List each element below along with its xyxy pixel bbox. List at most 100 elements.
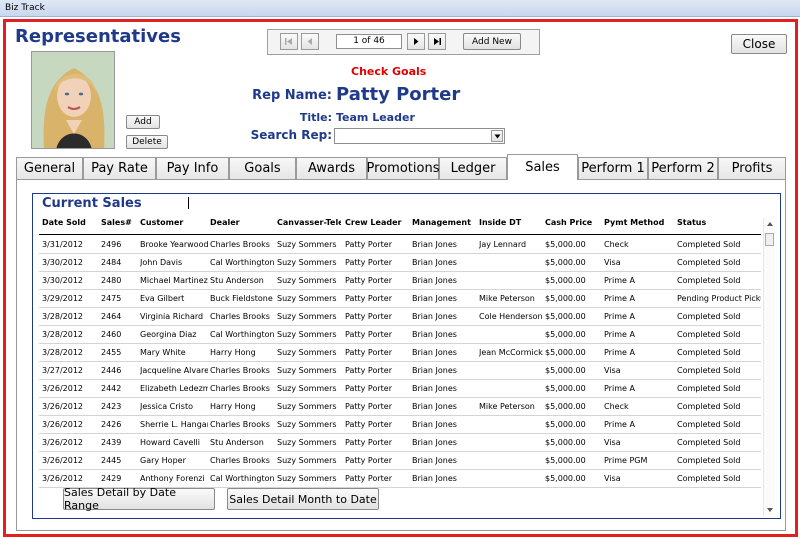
column-header[interactable]: Sales# (101, 218, 132, 227)
table-cell: 2445 (101, 456, 122, 465)
table-cell: Brian Jones (412, 294, 457, 303)
column-header[interactable]: Pymt Method (604, 218, 664, 227)
table-cell: Completed Sold (677, 258, 741, 267)
tab-pay-info[interactable]: Pay Info (156, 157, 229, 179)
table-cell: Mike Peterson (479, 402, 535, 411)
table-cell: 2484 (101, 258, 122, 267)
column-header[interactable]: Dealer (210, 218, 240, 227)
table-cell: 3/30/2012 (42, 258, 84, 267)
table-row[interactable]: 3/26/2012 2426 Sherrie L. Hangan Charles Br… (39, 416, 761, 434)
record-counter[interactable]: 1 of 46 (336, 34, 402, 49)
previous-record-button[interactable] (301, 33, 319, 50)
tab-perform-1[interactable]: Perform 1 (578, 157, 648, 179)
tab-profits[interactable]: Profits (718, 157, 786, 179)
table-cell: 3/26/2012 (42, 420, 84, 429)
tab-promotions[interactable]: Promotions (367, 157, 439, 179)
table-row[interactable]: 3/29/2012 2475 Eva Gilbert Buck Fieldstone S… (39, 290, 761, 308)
rep-name-label: Rep Name: (252, 88, 332, 103)
table-cell: Suzy Sommers (277, 366, 337, 375)
table-cell: Patty Porter (345, 402, 392, 411)
table-row[interactable]: 3/28/2012 2464 Virginia Richard Charles Bro… (39, 308, 761, 326)
table-cell: Cole Henderson (479, 312, 543, 321)
table-cell: Prime PGM (604, 456, 648, 465)
tab-general[interactable]: General (16, 157, 83, 179)
table-cell: Completed Sold (677, 348, 741, 357)
table-row[interactable]: 3/27/2012 2446 Jacqueline Alvarez Charles B… (39, 362, 761, 380)
table-cell: Howard Cavelli (140, 438, 200, 447)
table-cell: Suzy Sommers (277, 438, 337, 447)
tab-ledger[interactable]: Ledger (439, 157, 507, 179)
tab-sales[interactable]: Sales (507, 154, 578, 180)
sales-detail-date-range-button[interactable]: Sales Detail by Date Range (63, 486, 215, 512)
table-cell: Brian Jones (412, 384, 457, 393)
table-cell: Prime A (604, 330, 635, 339)
column-header[interactable]: Management (412, 218, 471, 227)
next-record-button[interactable] (407, 33, 425, 50)
add-new-button[interactable]: Add New (463, 33, 521, 50)
first-record-button[interactable] (280, 33, 298, 50)
column-header[interactable]: Cash Price (545, 218, 592, 227)
table-cell: Brian Jones (412, 438, 457, 447)
column-header[interactable]: Inside DT (479, 218, 521, 227)
tab-perform-2[interactable]: Perform 2 (648, 157, 718, 179)
table-row[interactable]: 3/26/2012 2442 Elizabeth Ledezma Charles Br… (39, 380, 761, 398)
table-row[interactable]: 3/28/2012 2460 Georgina Diaz Cal Worthingto… (39, 326, 761, 344)
next-record-icon (414, 38, 419, 45)
table-cell: $5,000.00 (545, 294, 586, 303)
first-record-icon (285, 38, 292, 45)
table-cell: Harry Hong (210, 402, 256, 411)
last-record-button[interactable] (428, 33, 446, 50)
table-row[interactable]: 3/26/2012 2439 Howard Cavelli Stu Anderson S… (39, 434, 761, 452)
rep-title-value: Team Leader (336, 111, 415, 124)
table-cell: Charles Brooks (210, 384, 270, 393)
table-cell: Patty Porter (345, 240, 392, 249)
table-cell: Jacqueline Alvarez (140, 366, 208, 375)
table-cell: Patty Porter (345, 474, 392, 483)
search-rep-dropdown[interactable] (334, 128, 505, 144)
scrollbar-thumb[interactable] (765, 233, 774, 246)
table-row[interactable]: 3/26/2012 2423 Jessica Cristo Harry Hong Suz… (39, 398, 761, 416)
table-cell: 2429 (101, 474, 122, 483)
table-cell: 2446 (101, 366, 122, 375)
tab-pay-rate[interactable]: Pay Rate (83, 157, 156, 179)
vertical-scrollbar[interactable] (763, 218, 775, 516)
add-photo-button[interactable]: Add (126, 115, 160, 129)
table-cell: Visa (604, 474, 621, 483)
dropdown-arrow-icon[interactable] (491, 130, 503, 142)
table-cell: Gary Hoper (140, 456, 186, 465)
table-cell: Suzy Sommers (277, 330, 337, 339)
table-cell: Suzy Sommers (277, 456, 337, 465)
delete-photo-button[interactable]: Delete (126, 135, 168, 149)
scroll-down-icon[interactable] (765, 506, 775, 514)
table-row[interactable]: 3/26/2012 2445 Gary Hoper Charles Brooks Suz… (39, 452, 761, 470)
table-row[interactable]: 3/31/2012 2496 Brooke Yearwood Charles Broo… (39, 236, 761, 254)
table-cell: 3/26/2012 (42, 402, 84, 411)
column-header[interactable]: Date Sold (42, 218, 86, 227)
table-cell: Patty Porter (345, 294, 392, 303)
table-row[interactable]: 3/30/2012 2484 John Davis Cal Worthington Su… (39, 254, 761, 272)
scroll-up-icon[interactable] (765, 220, 775, 228)
table-cell: $5,000.00 (545, 420, 586, 429)
table-cell: Patty Porter (345, 348, 392, 357)
table-cell: Visa (604, 258, 621, 267)
table-row[interactable]: 3/30/2012 2480 Michael Martinez Stu Anderso… (39, 272, 761, 290)
window-title: Biz Track (5, 3, 45, 13)
column-header[interactable]: Crew Leader (345, 218, 401, 227)
column-header[interactable]: Canvasser-Tele (277, 218, 341, 227)
table-cell: Completed Sold (677, 456, 741, 465)
table-cell: 2480 (101, 276, 122, 285)
close-button[interactable]: Close (731, 34, 787, 54)
table-cell: Brian Jones (412, 456, 457, 465)
sales-detail-month-to-date-button[interactable]: Sales Detail Month to Date (227, 488, 379, 510)
column-header[interactable]: Customer (140, 218, 183, 227)
column-header[interactable]: Status (677, 218, 706, 227)
table-cell: 3/28/2012 (42, 312, 84, 321)
table-cell: Suzy Sommers (277, 348, 337, 357)
table-row[interactable]: 3/28/2012 2455 Mary White Harry Hong Suzy So… (39, 344, 761, 362)
table-cell: Eva Gilbert (140, 294, 185, 303)
tab-awards[interactable]: Awards (296, 157, 367, 179)
table-cell: 2496 (101, 240, 122, 249)
tab-goals[interactable]: Goals (229, 157, 296, 179)
table-cell: Prime A (604, 276, 635, 285)
check-goals-link[interactable]: Check Goals (351, 65, 426, 78)
